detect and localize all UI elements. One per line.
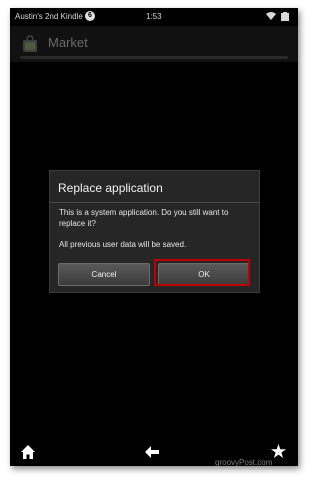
notification-badge[interactable]: 6 (85, 11, 95, 21)
watermark: groovyPost.com (215, 458, 273, 466)
page-title: Market (48, 35, 88, 50)
star-icon[interactable] (271, 444, 286, 459)
ok-highlight-box (154, 259, 250, 286)
wifi-icon (266, 12, 276, 20)
cancel-button[interactable]: Cancel (58, 263, 150, 286)
app-header: Market (10, 26, 298, 62)
dialog-message: This is a system application. Do you sti… (59, 208, 229, 228)
shopping-bag-icon (23, 35, 37, 52)
status-clock: 1:53 (146, 12, 162, 21)
status-bar: Austin's 2nd Kindle 6 1:53 (10, 8, 298, 26)
dialog-divider (50, 202, 259, 203)
home-icon[interactable] (21, 445, 35, 459)
back-icon[interactable] (145, 446, 159, 458)
device-name: Austin's 2nd Kindle (15, 12, 83, 21)
battery-icon (281, 12, 289, 21)
kindle-screen: Austin's 2nd Kindle 6 1:53 Market Replac… (10, 8, 298, 466)
replace-application-dialog: Replace application This is a system app… (49, 170, 260, 293)
header-divider (20, 56, 288, 59)
dialog-note: All previous user data will be saved. (59, 240, 187, 249)
dialog-title: Replace application (58, 181, 163, 195)
